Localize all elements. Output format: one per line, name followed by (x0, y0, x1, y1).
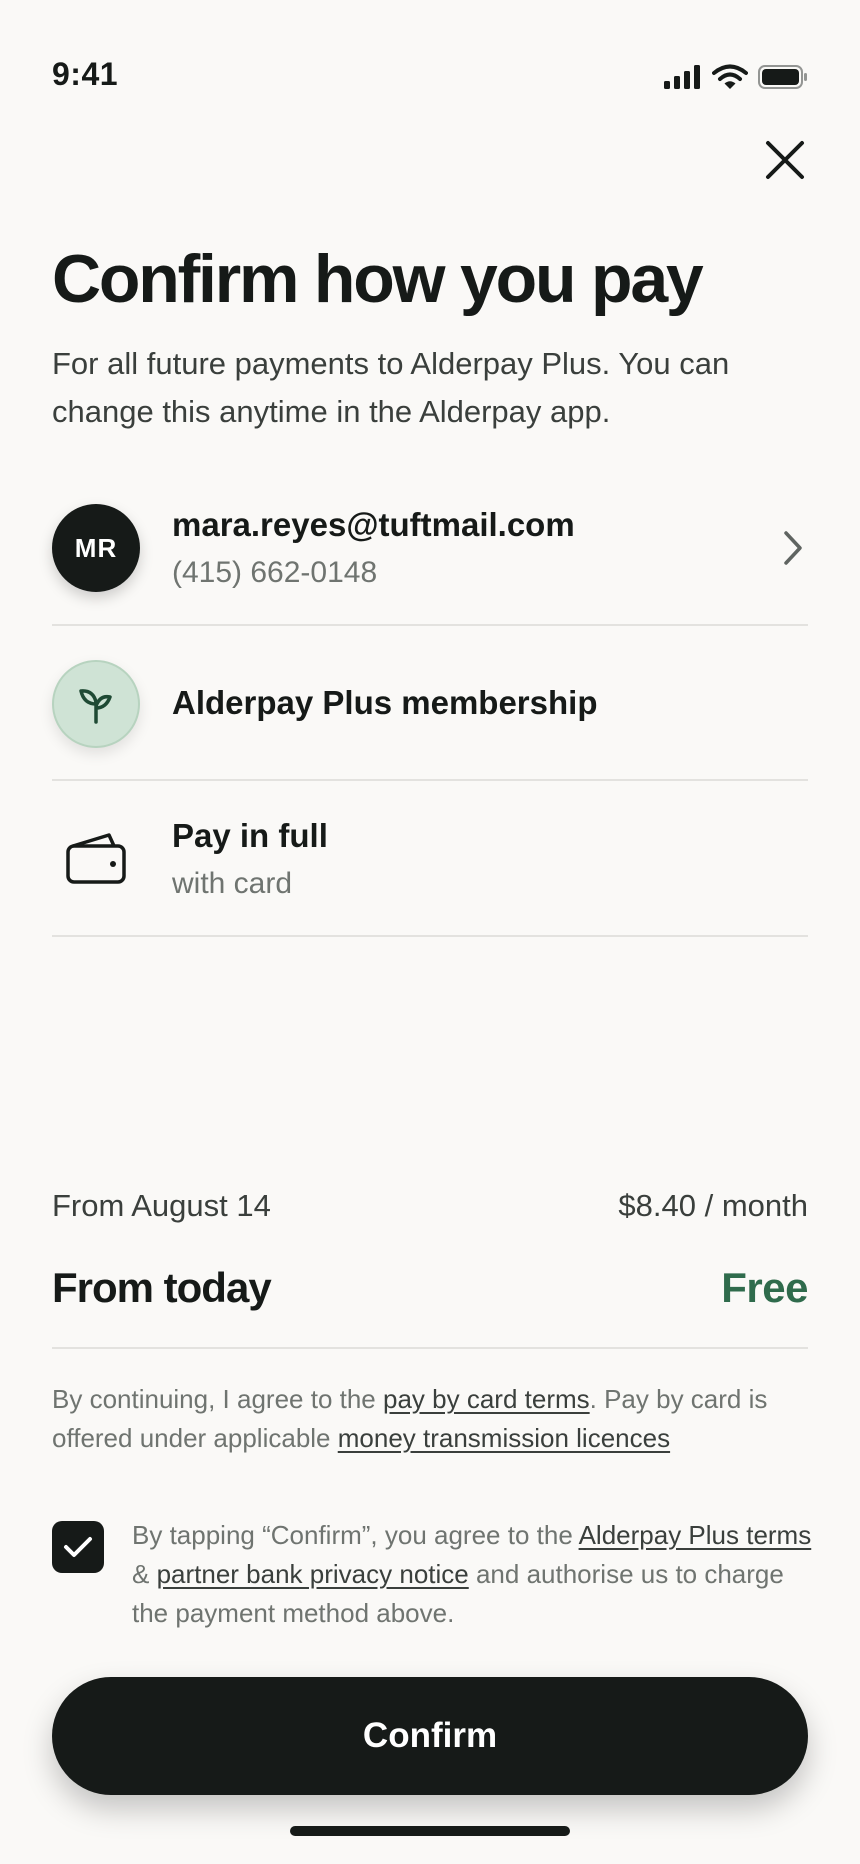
status-bar: 9:41 (0, 0, 860, 130)
confirm-button[interactable]: Confirm (52, 1677, 808, 1795)
payment-title: Pay in full (172, 817, 328, 855)
cellular-signal-icon (664, 65, 700, 89)
checkmark-icon (64, 1537, 92, 1557)
account-phone: (415) 662-0148 (172, 555, 378, 589)
battery-icon (758, 65, 807, 89)
page-subtitle: For all future payments to Alderpay Plus… (52, 346, 730, 429)
today-price-label: From today (52, 1264, 272, 1311)
money-transmission-licences-link[interactable]: money transmission licences (338, 1423, 670, 1453)
chevron-right-icon (784, 531, 802, 565)
pay-by-card-terms-link[interactable]: pay by card terms (383, 1384, 590, 1414)
status-icons (664, 64, 808, 90)
divider (52, 1347, 808, 1349)
today-price-value: Free (721, 1264, 808, 1311)
payment-details: Pay in full with card (172, 815, 328, 903)
membership-label: Alderpay Plus membership (172, 684, 598, 722)
sprout-icon (79, 688, 112, 724)
membership-details: Alderpay Plus membership (172, 682, 597, 725)
close-button[interactable] (760, 135, 810, 185)
payment-subtitle: with card (172, 866, 293, 900)
account-chevron (778, 528, 808, 568)
consent-checkbox[interactable] (52, 1521, 104, 1573)
consent-text-part: By tapping “Confirm”, you agree to the (132, 1520, 579, 1550)
today-price-row: From today Free (52, 1264, 808, 1312)
partner-bank-privacy-notice-link[interactable]: partner bank privacy notice (157, 1559, 469, 1589)
divider (52, 935, 808, 937)
payment-method-row: Pay in full with card (52, 781, 808, 937)
legal-text: By continuing, I agree to the pay by car… (52, 1380, 808, 1458)
home-indicator (290, 1826, 570, 1836)
status-time: 9:41 (52, 56, 119, 92)
account-details: mara.reyes@tuftmail.com (415) 662-0148 (172, 504, 575, 592)
future-price-label: From August 14 (52, 1188, 271, 1223)
page-title: Confirm how you pay (52, 241, 704, 317)
legal-text-part: By continuing, I agree to the (52, 1384, 383, 1414)
close-icon (766, 141, 804, 179)
avatar: MR (52, 504, 140, 592)
membership-row: Alderpay Plus membership (52, 626, 808, 781)
membership-badge (52, 659, 140, 748)
future-price-value: $8.40 / month (618, 1188, 808, 1223)
account-email: mara.reyes@tuftmail.com (172, 506, 575, 544)
wifi-icon (712, 64, 748, 89)
consent-text: By tapping “Confirm”, you agree to the A… (132, 1516, 812, 1633)
payment-icon-wrapper (52, 815, 140, 903)
account-row[interactable]: MR mara.reyes@tuftmail.com (415) 662-014… (52, 470, 808, 626)
alderpay-plus-terms-link[interactable]: Alderpay Plus terms (579, 1520, 812, 1550)
consent-text-part: & (132, 1559, 157, 1589)
future-price-row: From August 14 $8.40 / month (52, 1188, 808, 1224)
wallet-icon (66, 833, 126, 884)
